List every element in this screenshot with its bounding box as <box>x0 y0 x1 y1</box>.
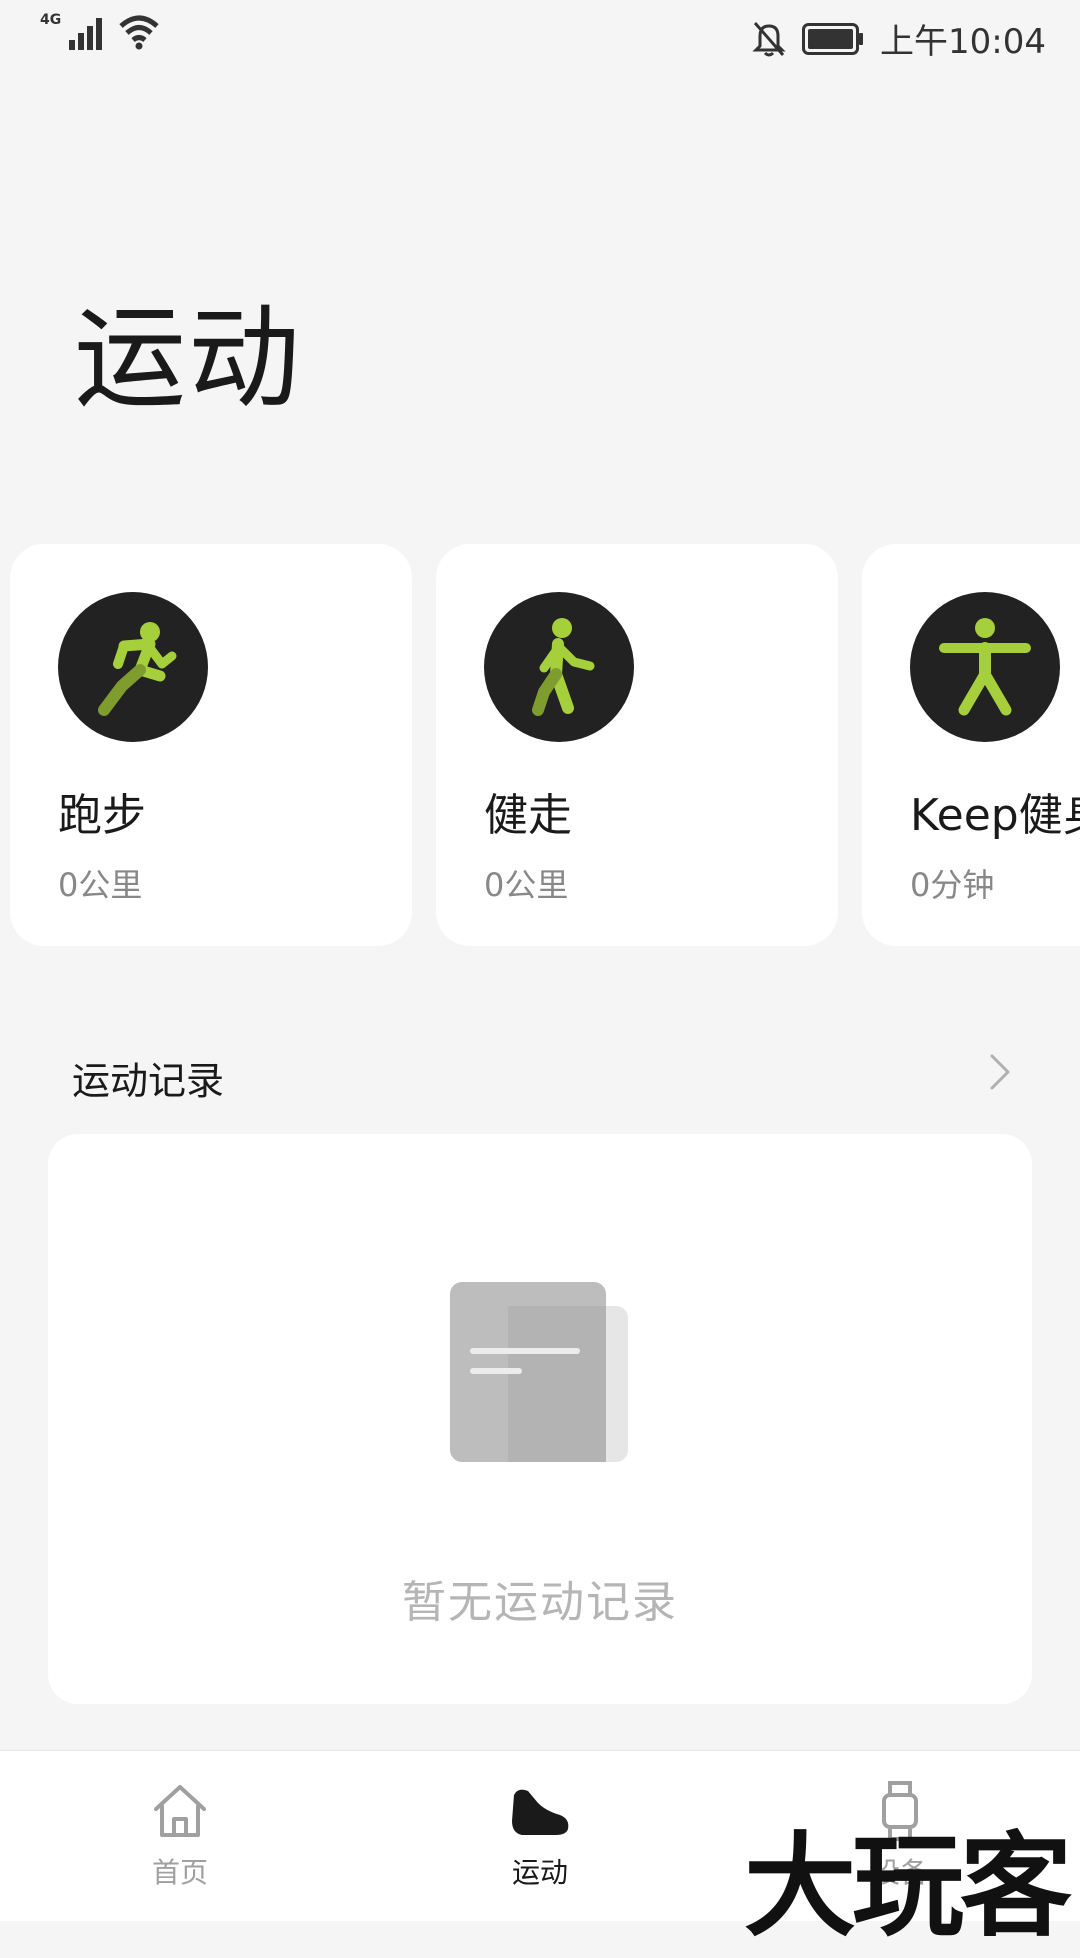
running-icon-circle <box>58 592 208 742</box>
battery-icon <box>802 22 864 55</box>
status-right: 上午10:04 <box>752 14 1046 63</box>
walking-icon <box>532 618 595 716</box>
fitness-icon <box>939 618 1031 716</box>
page-title: 运动 <box>74 294 302 424</box>
sport-name: 跑步 <box>58 790 146 841</box>
clock: 上午10:04 <box>880 22 1046 62</box>
empty-state-text: 暂无运动记录 <box>402 1577 678 1628</box>
nav-home-label: 首页 <box>151 1856 208 1889</box>
running-icon <box>98 622 177 716</box>
records-header[interactable]: 运动记录 <box>72 1040 1012 1103</box>
shoe-icon <box>512 1789 569 1835</box>
nav-sport[interactable]: 运动 <box>440 1781 640 1891</box>
watermark: 大玩客 <box>744 1821 1072 1952</box>
sport-name: 健走 <box>484 790 572 841</box>
nav-sport-label: 运动 <box>511 1856 568 1889</box>
fitness-icon-circle <box>910 592 1060 742</box>
wifi-icon <box>119 15 159 50</box>
bell-off-icon <box>752 21 786 56</box>
sport-card-keep[interactable]: Keep健身 0分钟 <box>862 544 1080 946</box>
sport-name: Keep健身 <box>910 790 1080 841</box>
home-icon <box>154 1785 206 1837</box>
empty-document-icon <box>450 1282 628 1462</box>
sport-stat: 0公里 <box>484 866 569 904</box>
sport-card-running[interactable]: 跑步 0公里 <box>10 544 412 946</box>
network-type: 4G <box>40 12 62 28</box>
walking-icon-circle <box>484 592 634 742</box>
sport-card-walking[interactable]: 健走 0公里 <box>436 544 838 946</box>
sport-stat: 0公里 <box>58 866 143 904</box>
signal-icon <box>69 18 103 50</box>
records-card: 暂无运动记录 <box>48 1134 1032 1704</box>
nav-home[interactable]: 首页 <box>80 1781 280 1891</box>
chevron-right-icon[interactable] <box>988 1052 1012 1092</box>
records-title: 运动记录 <box>72 1059 225 1103</box>
sport-stat: 0分钟 <box>910 866 995 904</box>
status-left: 4G <box>40 12 161 50</box>
sport-cards-row[interactable]: 跑步 0公里 健走 0公里 Keep健身 0分钟 <box>0 544 1080 946</box>
status-bar: 4G 上午10:04 <box>0 0 1080 72</box>
